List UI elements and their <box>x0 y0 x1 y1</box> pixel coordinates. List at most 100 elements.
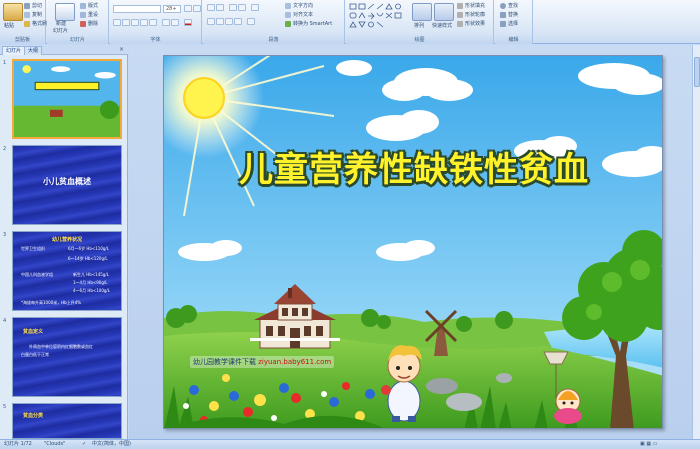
credit-text: 幼儿园教学课件下载 ziyuan.baby611.com <box>190 356 335 368</box>
align-text-icon <box>285 11 291 18</box>
slide-2-title: 小儿贫血概述 <box>43 177 91 186</box>
smartart-icon <box>285 20 291 27</box>
select-button[interactable]: 选择 <box>500 20 518 27</box>
format-painter-button[interactable]: 格式刷 <box>24 20 47 27</box>
columns-icon[interactable] <box>247 18 255 25</box>
paste-button[interactable]: 粘贴 <box>4 22 14 29</box>
font-color-icon[interactable] <box>184 19 192 26</box>
slides-group-label: 幻灯片 <box>47 36 108 44</box>
reset-button[interactable]: 重设 <box>80 11 98 18</box>
drawing-group: 排列 快速样式 形状填充 形状轮廓 形状效果 绘图 <box>346 0 494 44</box>
panel-tabs: 幻灯片 大纲 × <box>0 45 128 55</box>
vertical-scrollbar[interactable] <box>692 45 700 439</box>
credit-url[interactable]: ziyuan.baby611.com <box>258 358 331 366</box>
layout-icon <box>80 2 86 9</box>
slide-3-line: *海拔每升高1000米，Hb上升4% <box>21 300 82 305</box>
slide-thumbnail-1[interactable] <box>12 59 122 139</box>
magnifier-icon <box>500 2 506 9</box>
slide-thumbnail-3[interactable]: 幼儿营养状况 世界卫生组织 6月～6岁 Hb<110g/L 6～14岁 Hb<1… <box>12 231 122 311</box>
new-slide-icon[interactable] <box>55 3 75 21</box>
close-icon[interactable]: × <box>119 46 124 53</box>
credit-prefix: 幼儿园教学课件下载 <box>193 358 256 366</box>
slide-3-title: 幼儿营养状况 <box>51 237 82 243</box>
paste-icon[interactable] <box>3 3 23 21</box>
smartart-label: 转换为 SmartArt <box>293 21 333 27</box>
copy-button[interactable]: 复制 <box>24 11 42 18</box>
slide-thumbnail-5[interactable]: 贫血分类 <box>12 403 122 439</box>
arrange-icon[interactable] <box>412 3 432 21</box>
strikethrough-icon[interactable] <box>140 19 148 26</box>
bullets-icon[interactable] <box>207 4 215 11</box>
align-left-icon[interactable] <box>207 18 215 25</box>
slides-panel: 幻灯片 大纲 × 1 2 小儿贫血概述 3 幼儿营养状况 世界卫生组织 6月～6… <box>0 45 128 439</box>
language[interactable]: 中文(简体，中国) <box>92 440 131 449</box>
find-button[interactable]: 查找 <box>500 2 518 9</box>
slide-4-title: 贫血定义 <box>23 329 44 335</box>
align-center-icon[interactable] <box>216 18 224 25</box>
shapes-gallery[interactable] <box>349 3 407 29</box>
view-buttons[interactable]: ▣ ▦ ▭ <box>640 440 657 449</box>
font-size-select[interactable]: 28+ <box>163 5 181 13</box>
quick-styles-button[interactable]: 快速样式 <box>432 22 452 29</box>
slide-title[interactable]: 儿童营养性缺铁性贫血 <box>164 142 662 191</box>
tab-slides[interactable]: 幻灯片 <box>2 46 26 55</box>
shrink-font-icon[interactable] <box>193 5 201 12</box>
shape-fill-button[interactable]: 形状填充 <box>457 2 485 9</box>
drawing-group-label: 绘图 <box>346 36 493 44</box>
slide-thumbnail-4[interactable]: 贫血定义 外周血中单位容积内红细胞数或血红 白蛋白低于正常 <box>12 317 122 397</box>
change-case-icon[interactable] <box>171 19 179 26</box>
shape-effects-button[interactable]: 形状效果 <box>457 20 485 27</box>
status-bar: 幻灯片 1/72 "Clouds" ✓ 中文(简体，中国) ▣ ▦ ▭ <box>0 439 700 449</box>
slide-thumbnail-2[interactable]: 小儿贫血概述 <box>12 145 122 225</box>
brush-icon <box>24 20 30 27</box>
text-direction-button[interactable]: 文字方向 <box>285 2 313 9</box>
slide-number: 4 <box>3 318 7 324</box>
text-direction-icon <box>285 2 291 9</box>
slide-number: 5 <box>3 404 7 410</box>
quick-styles-icon[interactable] <box>434 3 454 21</box>
slide-4-line: 白蛋白低于正常 <box>21 352 49 357</box>
clipboard-group: 粘贴 剪切 复制 格式刷 剪贴板 <box>0 0 47 44</box>
bold-icon[interactable] <box>113 19 121 26</box>
cut-button[interactable]: 剪切 <box>24 2 42 9</box>
line-spacing-icon[interactable] <box>251 4 259 11</box>
slide-canvas[interactable]: 儿童营养性缺铁性贫血 幼儿园教学课件下载 ziyuan.baby611.com <box>163 55 663 429</box>
underline-icon[interactable] <box>131 19 139 26</box>
shape-effects-label: 形状效果 <box>465 21 486 27</box>
shape-outline-label: 形状轮廓 <box>465 12 486 18</box>
scrollbar-thumb[interactable] <box>694 57 700 87</box>
decrease-indent-icon[interactable] <box>229 4 237 11</box>
layout-label: 版式 <box>88 3 99 9</box>
new-slide-button[interactable]: 新建 <box>56 20 66 27</box>
align-text-button[interactable]: 对齐文本 <box>285 11 313 18</box>
shadow-icon[interactable] <box>149 19 157 26</box>
increase-indent-icon[interactable] <box>238 4 246 11</box>
slide-3-line: 1～4月 Hb<90g/L <box>73 280 108 285</box>
slide-3-line: 6月～6岁 Hb<110g/L <box>68 246 110 251</box>
slide-editor: 儿童营养性缺铁性贫血 幼儿园教学课件下载 ziyuan.baby611.com <box>129 45 700 439</box>
copy-icon <box>24 11 30 18</box>
numbering-icon[interactable] <box>216 4 224 11</box>
delete-icon <box>80 20 86 27</box>
shape-outline-button[interactable]: 形状轮廓 <box>457 11 485 18</box>
align-right-icon[interactable] <box>225 18 233 25</box>
replace-label: 替换 <box>508 12 519 18</box>
layout-button[interactable]: 版式 <box>80 2 98 9</box>
justify-icon[interactable] <box>234 18 242 25</box>
outline-pen-icon <box>457 11 463 18</box>
spellcheck-icon[interactable]: ✓ <box>82 440 86 449</box>
arrange-button[interactable]: 排列 <box>414 22 424 29</box>
smartart-button[interactable]: 转换为 SmartArt <box>285 20 332 27</box>
replace-button[interactable]: 替换 <box>500 11 518 18</box>
grow-font-icon[interactable] <box>184 5 192 12</box>
find-label: 查找 <box>508 3 519 9</box>
text-direction-label: 文字方向 <box>293 3 314 9</box>
slide-4-line: 外周血中单位容积内红细胞数或血红 <box>29 344 93 349</box>
italic-icon[interactable] <box>122 19 130 26</box>
new-slide-button-line2[interactable]: 幻灯片 <box>53 27 68 34</box>
slide-3-line: 6～14岁 Hb<120g/L <box>68 256 108 261</box>
tab-outline[interactable]: 大纲 <box>24 46 43 55</box>
delete-button[interactable]: 删除 <box>80 20 98 27</box>
char-spacing-icon[interactable] <box>162 19 170 26</box>
font-name-select[interactable] <box>113 5 161 13</box>
